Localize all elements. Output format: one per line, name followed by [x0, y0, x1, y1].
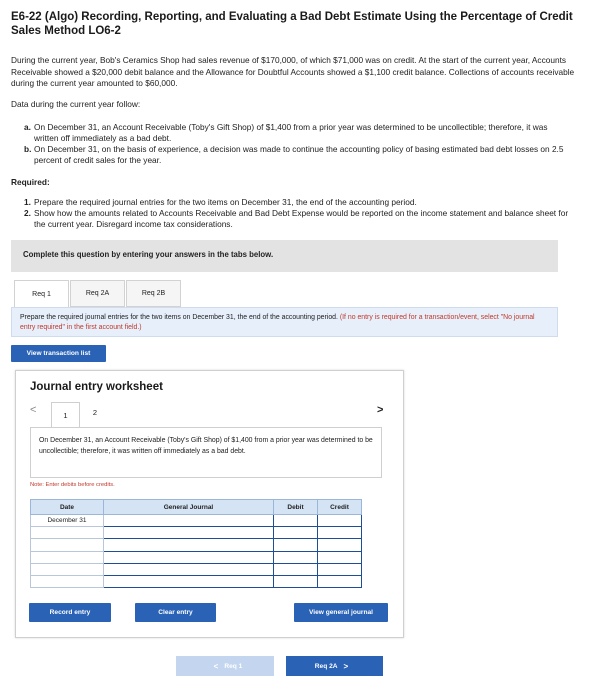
debit-input[interactable] — [273, 550, 318, 564]
date-cell: December 31 — [30, 513, 104, 528]
credit-input[interactable] — [317, 513, 362, 528]
date-header: Date — [30, 499, 104, 515]
chevron-right-icon[interactable]: > — [377, 404, 383, 416]
data-heading: Data during the current year follow: — [11, 99, 141, 109]
table-row: December 31 — [30, 513, 362, 528]
date-cell — [30, 538, 104, 552]
general-journal-header: General Journal — [103, 499, 274, 515]
date-cell — [30, 562, 104, 576]
debit-input[interactable] — [273, 574, 318, 589]
account-input[interactable] — [103, 538, 274, 552]
credit-input[interactable] — [317, 574, 362, 589]
problem-title: E6-22 (Algo) Recording, Reporting, and E… — [11, 11, 573, 37]
record-entry-button[interactable]: Record entry — [29, 603, 111, 622]
item-marker: a. — [24, 122, 31, 132]
credit-header: Credit — [317, 499, 362, 515]
prev-req-button[interactable]: < Req 1 — [176, 656, 274, 676]
credit-input[interactable] — [317, 550, 362, 564]
table-row — [30, 562, 362, 576]
debit-header: Debit — [273, 499, 318, 515]
prepare-text: Prepare the required journal entries for… — [20, 314, 338, 321]
clear-entry-button[interactable]: Clear entry — [135, 603, 216, 622]
tab-req-2b[interactable]: Req 2B — [126, 280, 181, 307]
data-item-b: b. On December 31, on the basis of exper… — [24, 144, 564, 166]
table-row — [30, 526, 362, 540]
account-input[interactable] — [103, 574, 274, 589]
tab-req-1[interactable]: Req 1 — [14, 280, 69, 308]
item-text: On December 31, on the basis of experien… — [34, 144, 564, 165]
tab-req-2a[interactable]: Req 2A — [70, 280, 125, 307]
credit-input[interactable] — [317, 526, 362, 540]
view-transaction-list-button[interactable]: View transaction list — [11, 345, 106, 362]
chevron-right-icon: > — [343, 661, 349, 671]
account-input[interactable] — [103, 513, 274, 528]
debits-note: Note: Enter debits before credits. — [30, 482, 115, 488]
transaction-description: On December 31, an Account Receivable (T… — [30, 427, 382, 478]
item-marker: b. — [24, 144, 32, 154]
requirement-1: 1. Prepare the required journal entries … — [24, 197, 569, 208]
requirement-text: Prepare the required journal entries for… — [34, 197, 417, 207]
required-heading: Required: — [11, 177, 50, 187]
credit-input[interactable] — [317, 538, 362, 552]
account-input[interactable] — [103, 526, 274, 540]
chevron-left-icon: < — [213, 661, 219, 671]
item-text: On December 31, an Account Receivable (T… — [34, 122, 548, 143]
prepare-instructions: Prepare the required journal entries for… — [11, 307, 558, 337]
account-input[interactable] — [103, 550, 274, 564]
debit-input[interactable] — [273, 513, 318, 528]
debit-input[interactable] — [273, 562, 318, 576]
journal-table: Date General Journal Debit Credit Decemb… — [30, 499, 362, 589]
worksheet-page-1[interactable]: 1 — [51, 402, 80, 427]
table-row — [30, 538, 362, 552]
account-input[interactable] — [103, 562, 274, 576]
date-cell — [30, 550, 104, 564]
date-cell — [30, 574, 104, 589]
data-item-a: a. On December 31, an Account Receivable… — [24, 122, 564, 144]
worksheet-title: Journal entry worksheet — [30, 381, 163, 393]
requirement-marker: 2. — [24, 208, 31, 218]
date-cell — [30, 526, 104, 540]
requirement-2: 2. Show how the amounts related to Accou… — [24, 208, 569, 230]
next-req-button[interactable]: Req 2A > — [286, 656, 383, 676]
table-row — [30, 550, 362, 564]
debit-input[interactable] — [273, 538, 318, 552]
instructions-bar: Complete this question by entering your … — [11, 240, 558, 272]
requirement-marker: 1. — [24, 197, 31, 207]
worksheet-page-2[interactable]: 2 — [88, 402, 102, 422]
prev-req-label: Req 1 — [224, 662, 243, 670]
chevron-left-icon[interactable]: < — [30, 404, 36, 416]
credit-input[interactable] — [317, 562, 362, 576]
table-row — [30, 574, 362, 589]
debit-input[interactable] — [273, 526, 318, 540]
next-req-label: Req 2A — [314, 662, 338, 670]
problem-intro: During the current year, Bob's Ceramics … — [11, 55, 575, 88]
requirement-text: Show how the amounts related to Accounts… — [34, 208, 569, 229]
view-general-journal-button[interactable]: View general journal — [294, 603, 388, 622]
